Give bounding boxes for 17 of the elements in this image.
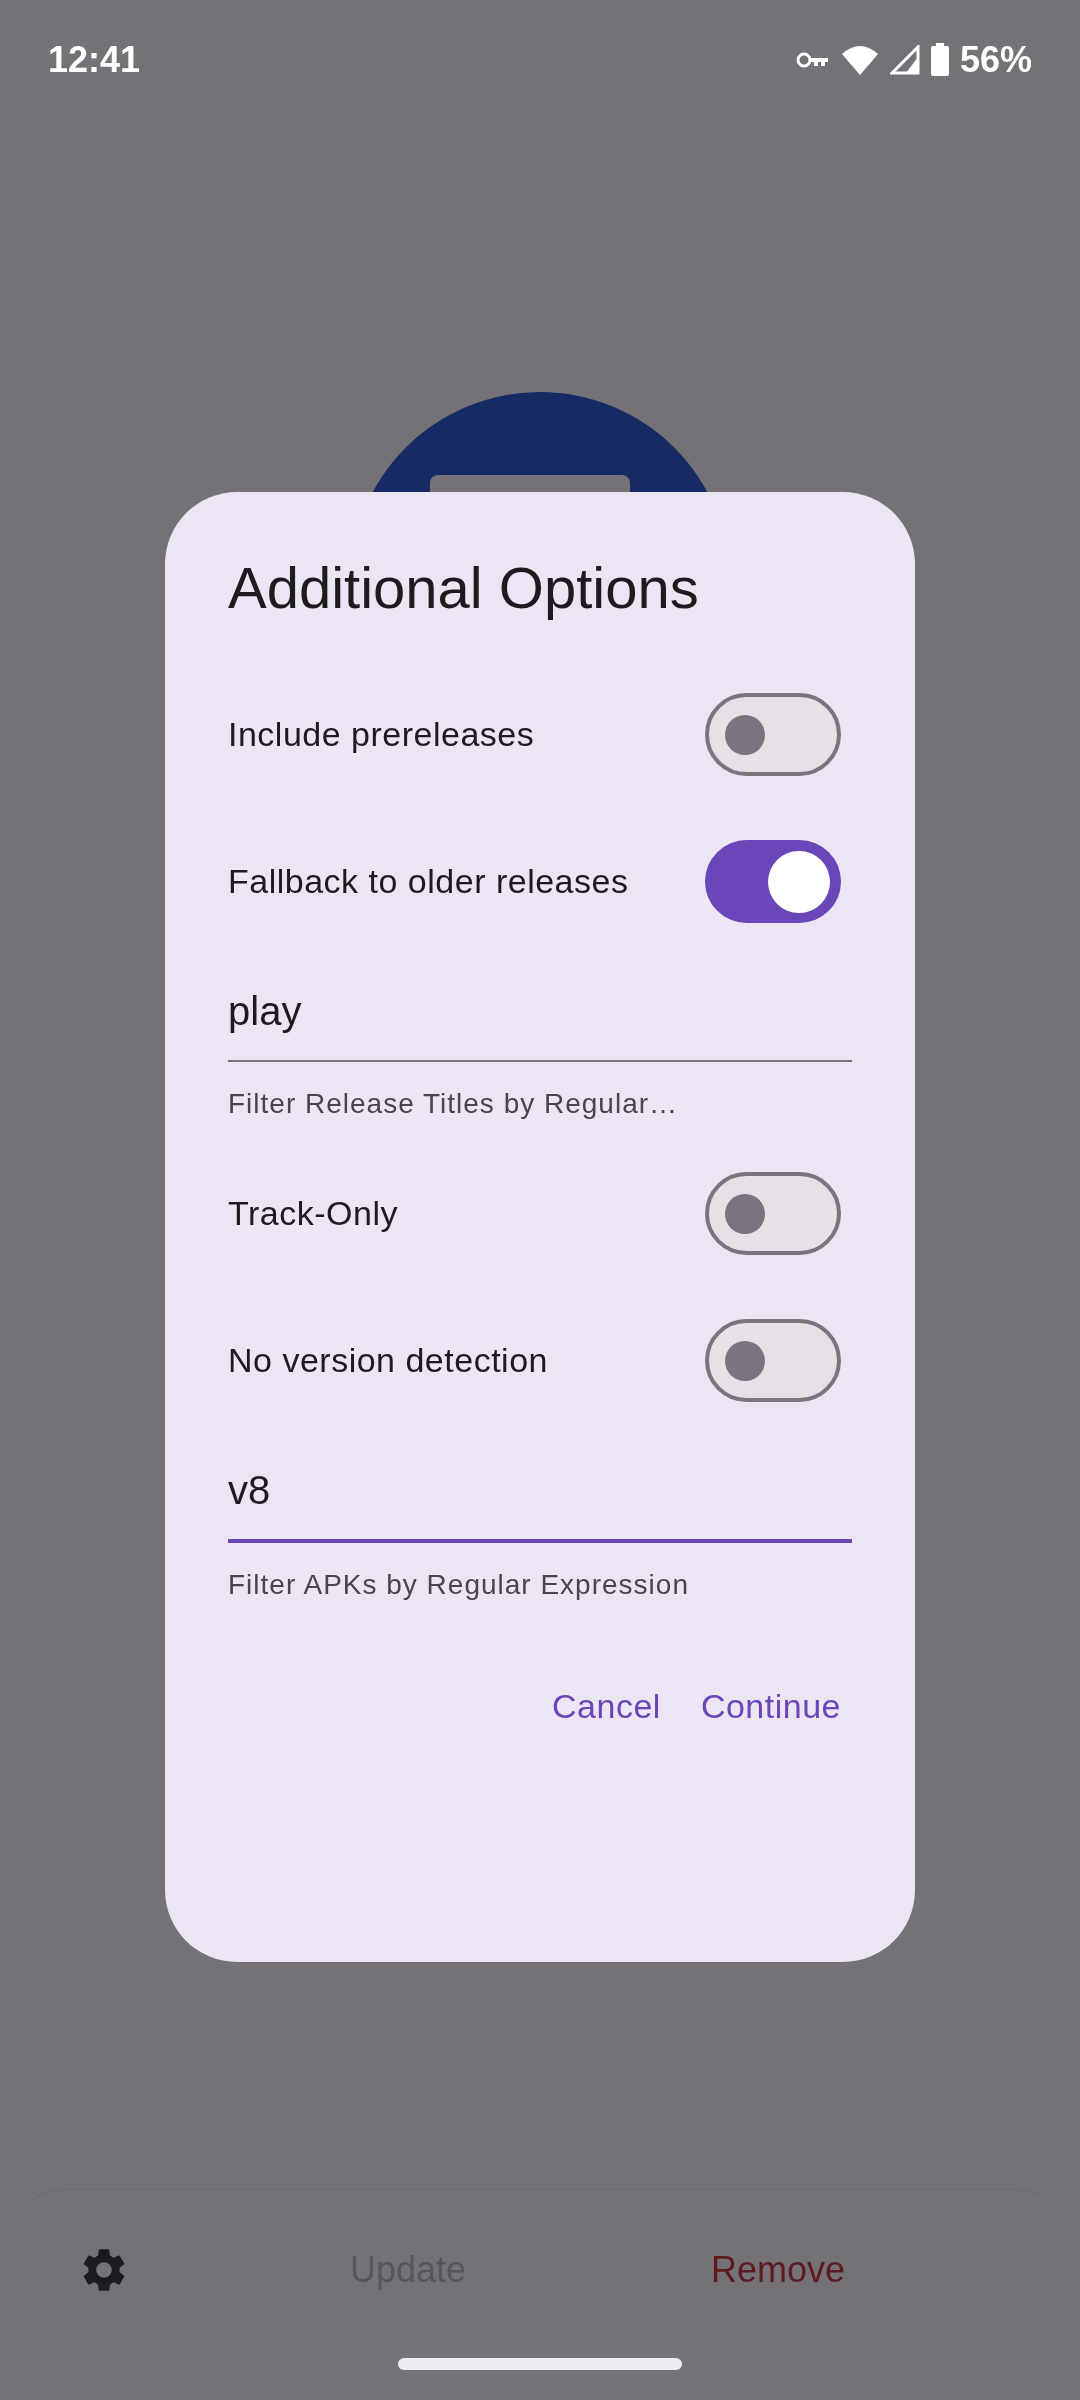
option-label: Fallback to older releases xyxy=(228,862,629,901)
option-label: No version detection xyxy=(228,1341,548,1380)
signal-icon xyxy=(889,45,920,75)
text-field[interactable]: v8 xyxy=(228,1452,852,1543)
key-icon xyxy=(795,50,830,70)
wifi-icon xyxy=(839,44,880,76)
helper-text: Filter Release Titles by Regular… xyxy=(228,1088,680,1120)
option-label: Include prereleases xyxy=(228,715,535,754)
text-field[interactable]: play xyxy=(228,973,852,1062)
dialog-button[interactable]: Cancel xyxy=(542,1671,671,1742)
battery-icon xyxy=(929,43,950,77)
battery-percentage: 56% xyxy=(959,39,1032,81)
clock-time: 12:41 xyxy=(48,39,141,81)
dialog-title: Additional Options xyxy=(228,554,700,621)
helper-text: Filter APKs by Regular Expression xyxy=(228,1569,690,1601)
dialog-button[interactable]: Continue xyxy=(690,1671,851,1742)
option-label: Track-Only xyxy=(228,1194,398,1233)
